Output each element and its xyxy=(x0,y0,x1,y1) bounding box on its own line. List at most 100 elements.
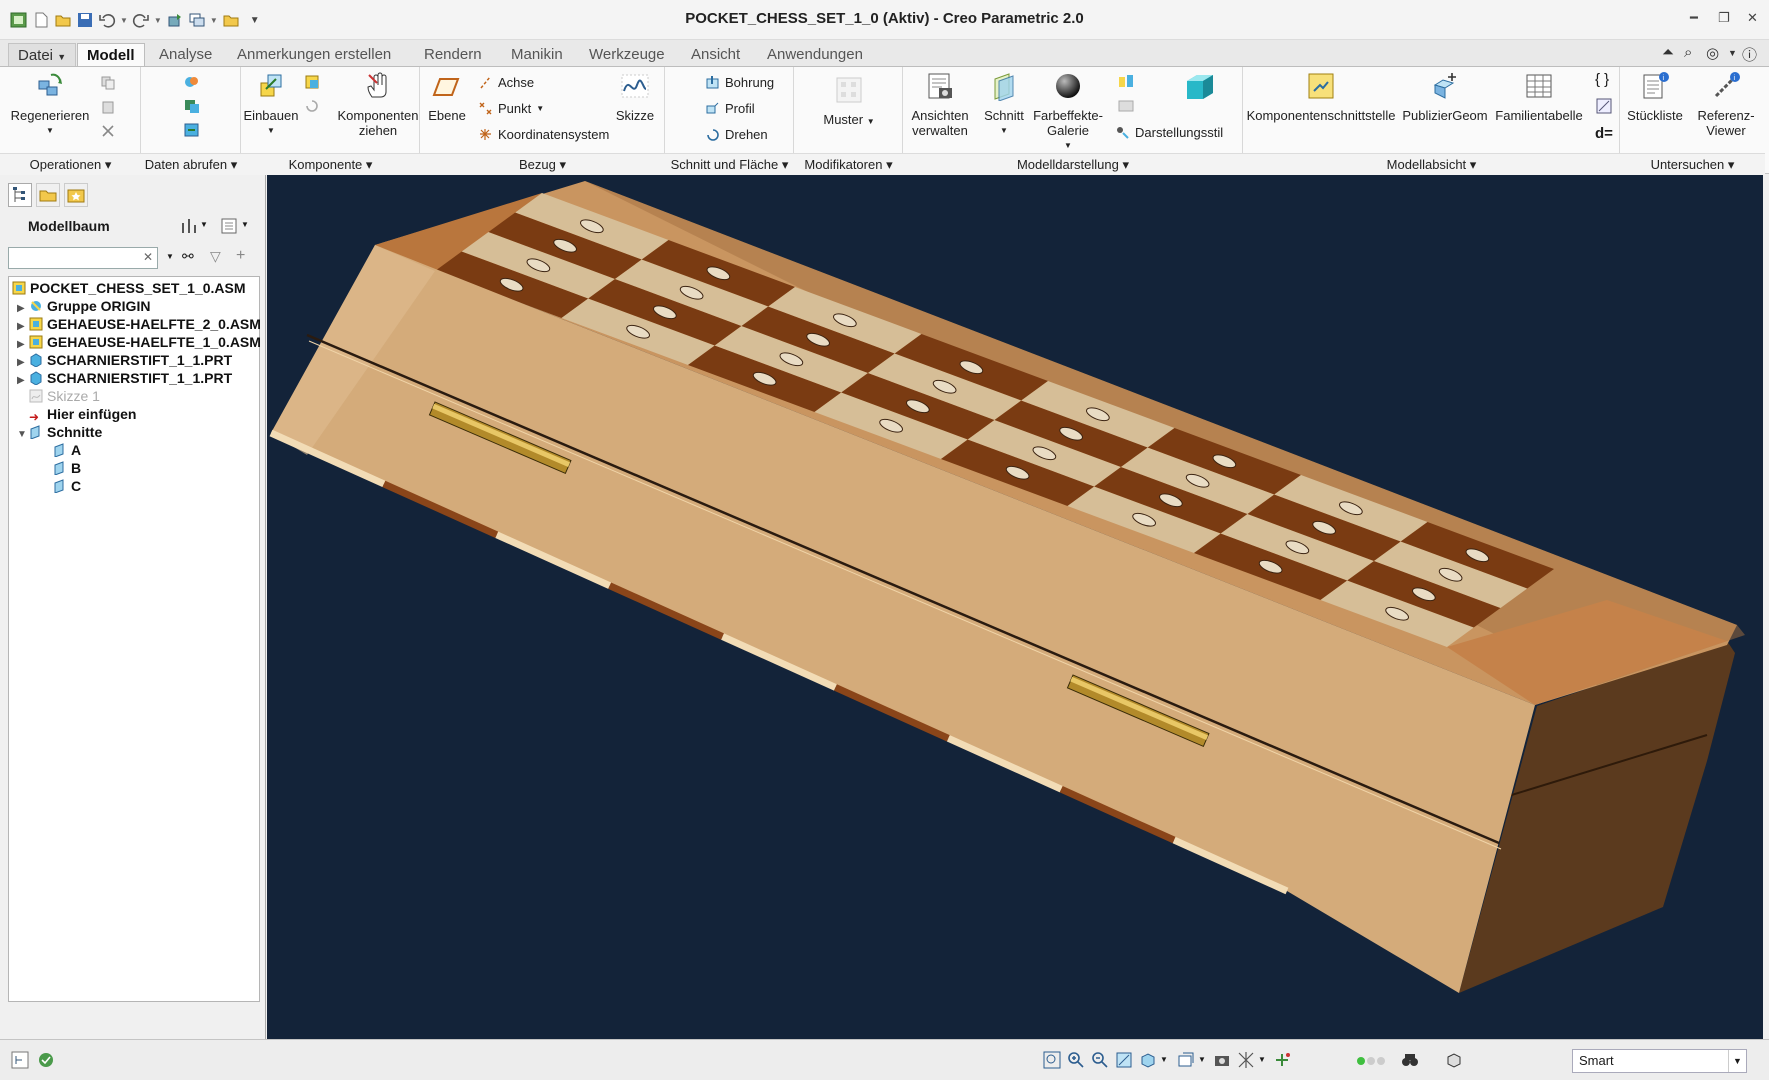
view-manager-small-icon[interactable] xyxy=(1212,1050,1232,1070)
tree-node-section-a[interactable]: A xyxy=(53,441,81,459)
close-icon[interactable]: ✕ xyxy=(1747,10,1758,26)
search-icon[interactable]: ⌕ xyxy=(1684,44,1692,61)
tree-search-input[interactable]: ✕ xyxy=(8,247,158,269)
tree-node-gehaeuse-haelfte-1[interactable]: ▶ GEHAEUSE-HAELFTE_1_0.ASM xyxy=(17,333,261,351)
publiziergeom-button[interactable]: PublizierGeom xyxy=(1399,71,1491,123)
darstellungsstil-button[interactable]: Darstellungsstil xyxy=(1115,123,1223,141)
achse-button[interactable]: Achse xyxy=(478,73,534,91)
expand-icon[interactable]: ▶ xyxy=(17,372,29,390)
einbauen-button[interactable]: Einbauen ▼ xyxy=(241,71,301,138)
tree-node-schnitte[interactable]: ▼ Schnitte xyxy=(17,423,102,441)
saved-orientations-icon[interactable] xyxy=(1176,1050,1196,1070)
create-component-icon[interactable] xyxy=(303,73,321,91)
chevron-down-icon[interactable]: ▼ xyxy=(1728,1050,1746,1072)
tree-node-scharnierstift-1[interactable]: ▶ SCHARNIERSTIFT_1_1.PRT xyxy=(17,351,232,369)
display-style-icon[interactable] xyxy=(1138,1050,1158,1070)
repaint-icon[interactable] xyxy=(1114,1050,1134,1070)
group-label-modifikatoren[interactable]: Modifikatoren ▾ xyxy=(794,153,903,175)
copy-icon[interactable] xyxy=(100,75,116,91)
display-style-dropdown-icon[interactable]: ▼ xyxy=(1160,1055,1168,1064)
tab-anmerkungen-erstellen[interactable]: Anmerkungen erstellen xyxy=(228,43,400,67)
datum-display-icon[interactable] xyxy=(1236,1050,1256,1070)
display-style-shaded-icon[interactable] xyxy=(1117,73,1135,91)
group-label-bezug[interactable]: Bezug ▾ xyxy=(420,153,665,175)
orientation-dropdown-icon[interactable]: ▼ xyxy=(1198,1055,1206,1064)
help-dropdown-icon[interactable]: ▼ xyxy=(1728,48,1737,58)
tab-datei[interactable]: Datei ▼ xyxy=(8,43,77,67)
refit-icon[interactable] xyxy=(1042,1050,1062,1070)
komponentenschnittstelle-button[interactable]: Komponentenschnittstelle xyxy=(1245,71,1397,123)
group-label-modellabsicht[interactable]: Modellabsicht ▾ xyxy=(1243,153,1620,175)
komponenten-ziehen-button[interactable]: Komponenten ziehen xyxy=(337,71,419,138)
chevron-down-icon[interactable]: ▼ xyxy=(200,220,208,229)
scene-icon[interactable] xyxy=(1117,97,1135,115)
group-label-komponente[interactable]: Komponente ▾ xyxy=(241,153,420,175)
d-equals-button[interactable]: d= xyxy=(1595,125,1613,142)
zoom-out-icon[interactable] xyxy=(1090,1050,1110,1070)
koordinatensystem-button[interactable]: Koordinatensystem xyxy=(478,125,609,143)
repeat-icon[interactable] xyxy=(303,97,321,115)
tree-settings-icon[interactable] xyxy=(180,217,198,235)
user-defined-feature-icon[interactable] xyxy=(183,73,201,91)
punkt-button[interactable]: Punkt ▼ xyxy=(478,99,544,117)
copy-geometry-icon[interactable] xyxy=(183,97,201,115)
add-column-icon[interactable]: + xyxy=(236,247,245,265)
shrinkwrap-icon[interactable] xyxy=(183,121,201,139)
tree-node-gruppe-origin[interactable]: ▶ Gruppe ORIGIN xyxy=(17,297,150,315)
favorites-tab[interactable] xyxy=(64,183,88,207)
parameters-icon[interactable] xyxy=(1595,97,1613,115)
tree-node-section-c[interactable]: C xyxy=(53,477,81,495)
graphics-window[interactable] xyxy=(267,175,1763,1039)
schnitt-button[interactable]: Schnitt ▼ xyxy=(979,71,1029,138)
ansichten-verwalten-button[interactable]: Ansichten verwalten xyxy=(907,71,973,138)
regenerieren-button[interactable]: Regenerieren ▼ xyxy=(10,71,90,138)
tree-node-hier-einfuegen[interactable]: ➜ Hier einfügen xyxy=(29,405,136,424)
group-label-modelldarstellung[interactable]: Modelldarstellung ▾ xyxy=(903,153,1243,175)
tab-ansicht[interactable]: Ansicht xyxy=(682,43,749,67)
filter-icon[interactable]: ▽ xyxy=(210,248,221,265)
minimize-ribbon-icon[interactable]: ⏶ xyxy=(1662,44,1674,61)
relations-icon[interactable]: { } xyxy=(1595,71,1609,88)
referenz-viewer-button[interactable]: i Referenz-Viewer xyxy=(1688,71,1764,138)
show-icon[interactable] xyxy=(220,217,238,235)
spin-center-icon[interactable] xyxy=(1272,1050,1292,1070)
bohrung-button[interactable]: Bohrung xyxy=(705,73,774,91)
help-icon[interactable]: ◎ xyxy=(1706,44,1719,62)
farbeffekte-galerie-button[interactable]: Farbeffekte-Galerie ▼ xyxy=(1033,71,1103,153)
chess-box-model[interactable] xyxy=(267,175,1763,1039)
tree-node-skizze-1[interactable]: Skizze 1 xyxy=(29,387,100,405)
group-label-schnitt-und-flaeche[interactable]: Schnitt und Fläche ▾ xyxy=(665,153,794,175)
familientabelle-button[interactable]: Familientabelle xyxy=(1493,71,1585,123)
delete-icon[interactable] xyxy=(100,123,116,139)
group-label-untersuchen[interactable]: Untersuchen ▾ xyxy=(1620,153,1765,175)
minimize-icon[interactable]: ━ xyxy=(1690,10,1698,26)
find-binoculars-icon[interactable]: ⚯ xyxy=(182,248,194,265)
ebene-button[interactable]: Ebene xyxy=(422,71,472,123)
model-tree-tab[interactable] xyxy=(8,183,32,207)
profil-button[interactable]: Profil xyxy=(705,99,755,117)
chevron-down-icon[interactable]: ▼ xyxy=(241,220,249,229)
tab-analyse[interactable]: Analyse xyxy=(150,43,221,67)
display-cube-icon[interactable] xyxy=(1183,71,1217,105)
group-label-operationen[interactable]: Operationen ▾ xyxy=(0,153,141,175)
muster-button[interactable]: Muster ▼ xyxy=(814,75,884,129)
navigator-toggle-icon[interactable] xyxy=(10,1050,30,1070)
tab-rendern[interactable]: Rendern xyxy=(415,43,491,67)
collapse-icon[interactable]: ▼ xyxy=(17,426,29,444)
drehen-button[interactable]: Drehen xyxy=(705,125,768,143)
tab-manikin[interactable]: Manikin xyxy=(502,43,572,67)
paste-icon[interactable] xyxy=(100,99,116,115)
group-label-daten-abrufen[interactable]: Daten abrufen ▾ xyxy=(141,153,241,175)
skizze-button[interactable]: Skizze xyxy=(610,71,660,123)
info-icon[interactable]: ⓘ xyxy=(1742,44,1757,65)
maximize-icon[interactable]: ❐ xyxy=(1718,10,1730,26)
clear-search-icon[interactable]: ✕ xyxy=(143,250,153,264)
tab-anwendungen[interactable]: Anwendungen xyxy=(758,43,872,67)
tree-node-section-b[interactable]: B xyxy=(53,459,81,477)
tree-node-gehaeuse-haelfte-2[interactable]: ▶ GEHAEUSE-HAELFTE_2_0.ASM xyxy=(17,315,261,333)
tab-werkzeuge[interactable]: Werkzeuge xyxy=(580,43,674,67)
datum-display-dropdown-icon[interactable]: ▼ xyxy=(1258,1055,1266,1064)
browser-toggle-icon[interactable] xyxy=(36,1050,56,1070)
selection-filter-select[interactable]: Smart ▼ xyxy=(1572,1049,1747,1073)
find-icon[interactable] xyxy=(1400,1050,1420,1070)
